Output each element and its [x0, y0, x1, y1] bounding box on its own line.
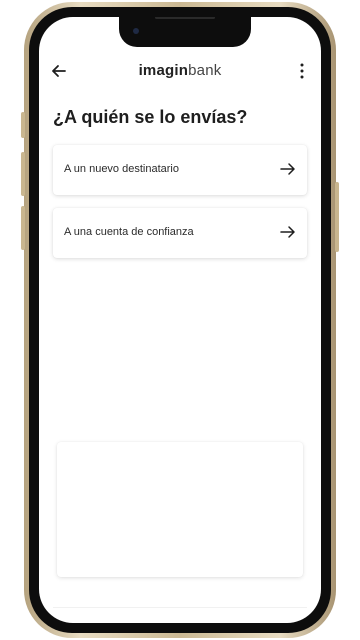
more-vertical-icon[interactable] — [295, 61, 309, 81]
imaginbank-logo: imaginbank — [39, 62, 321, 79]
logo-bold-text: imagin — [138, 62, 189, 79]
app-header: imaginbank — [39, 59, 321, 83]
arrow-right-icon — [280, 226, 295, 238]
notch — [119, 17, 251, 47]
arrow-right-icon — [280, 163, 295, 175]
option-label: A un nuevo destinatario — [64, 163, 179, 175]
volume-down-button — [21, 206, 25, 250]
divider — [53, 607, 307, 608]
power-button — [335, 182, 339, 252]
option-label: A una cuenta de confianza — [64, 226, 194, 238]
app-screen: imaginbank ¿A quién se lo envías? A un n… — [39, 17, 321, 623]
camera-icon — [133, 28, 139, 34]
page-title: ¿A quién se lo envías? — [53, 107, 248, 127]
side-button — [21, 112, 25, 138]
volume-up-button — [21, 152, 25, 196]
logo-light-text: bank — [188, 62, 222, 79]
phone-frame: imaginbank ¿A quién se lo envías? A un n… — [21, 2, 339, 638]
phone-bezel: imaginbank ¿A quién se lo envías? A un n… — [29, 7, 331, 633]
empty-card — [57, 442, 303, 577]
speaker — [155, 17, 215, 19]
option-new-recipient[interactable]: A un nuevo destinatario — [53, 145, 307, 195]
option-trusted-account[interactable]: A una cuenta de confianza — [53, 208, 307, 258]
